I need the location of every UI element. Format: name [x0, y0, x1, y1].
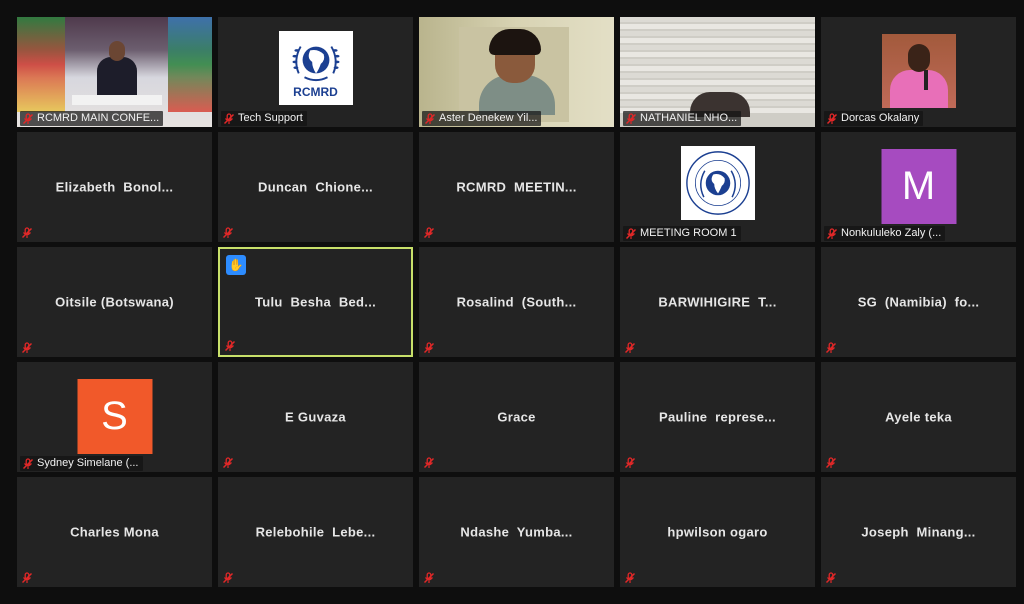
participant-name-label: NATHANIEL NHO...: [623, 111, 742, 126]
mic-muted-icon: [21, 226, 33, 239]
mic-muted-icon: [825, 456, 837, 469]
participant-name-label: RCMRD MAIN CONFE...: [20, 111, 164, 126]
participant-tile[interactable]: E Guvaza: [218, 362, 413, 472]
avatar: M: [881, 149, 956, 224]
mic-muted-icon: [222, 571, 234, 584]
participant-name: Aster Denekew Yil...: [439, 112, 538, 124]
participant-name: Dorcas Okalany: [841, 112, 920, 124]
participant-name-label: MEETING ROOM 1: [623, 226, 741, 241]
mic-muted-icon: [625, 112, 637, 125]
mic-muted-icon: [625, 227, 637, 240]
participant-tile[interactable]: Tulu Besha Bed... ✋: [218, 247, 413, 357]
participant-name: RCMRD MEETIN...: [456, 179, 577, 195]
participant-tile[interactable]: Pauline represe...: [620, 362, 815, 472]
mic-muted-icon: [21, 341, 33, 354]
mic-muted-icon: [22, 457, 34, 470]
participant-tile[interactable]: Charles Mona: [17, 477, 212, 587]
gallery-grid: RCMRD MAIN CONFE... RCMRD Tech Support Aste…: [17, 17, 1016, 587]
mic-muted-icon: [423, 226, 435, 239]
participant-name: Pauline represe...: [659, 409, 776, 425]
raised-hand-icon: ✋: [226, 255, 246, 275]
participant-name: hpwilson ogaro: [667, 524, 768, 540]
mic-muted-icon: [22, 112, 34, 125]
mic-muted-icon: [224, 339, 236, 352]
participant-name-label: Nonkululeko Zaly (...: [824, 226, 946, 241]
participant-tile[interactable]: RCMRD MAIN CONFE...: [17, 17, 212, 127]
participant-name-label: Dorcas Okalany: [824, 111, 924, 126]
participant-tile[interactable]: Duncan Chione...: [218, 132, 413, 242]
participant-tile[interactable]: NATHANIEL NHO...: [620, 17, 815, 127]
mic-muted-icon: [826, 112, 838, 125]
participant-name: RCMRD MAIN CONFE...: [37, 112, 160, 124]
participant-name: Ndashe Yumba...: [460, 524, 573, 540]
participant-name: Charles Mona: [70, 524, 159, 540]
avatar-initial: S: [101, 394, 128, 438]
mic-muted-icon: [424, 112, 436, 125]
participant-name-label: Tech Support: [221, 111, 307, 126]
logo-text: RCMRD: [293, 85, 338, 99]
participant-name: Relebohile Lebe...: [255, 524, 376, 540]
participant-tile[interactable]: BARWIHIGIRE T...: [620, 247, 815, 357]
mic-muted-icon: [222, 226, 234, 239]
participant-tile[interactable]: Aster Denekew Yil...: [419, 17, 614, 127]
participant-name: Oitsile (Botswana): [55, 294, 174, 310]
avatar: S: [77, 379, 152, 454]
mic-muted-icon: [21, 571, 33, 584]
mic-muted-icon: [825, 571, 837, 584]
participant-tile[interactable]: Rosalind (South...: [419, 247, 614, 357]
mic-muted-icon: [423, 456, 435, 469]
participant-name: BARWIHIGIRE T...: [658, 294, 777, 310]
participant-name: Nonkululeko Zaly (...: [841, 227, 942, 239]
mic-muted-icon: [423, 571, 435, 584]
participant-tile[interactable]: Joseph Minang...: [821, 477, 1016, 587]
participant-name: SG (Namibia) fo...: [857, 294, 980, 310]
mic-muted-icon: [826, 227, 838, 240]
organization-logo: RCMRD: [278, 31, 353, 105]
participant-tile[interactable]: Dorcas Okalany: [821, 17, 1016, 127]
participant-name: Sydney Simelane (...: [37, 457, 139, 469]
participant-name: Tulu Besha Bed...: [254, 294, 377, 310]
participant-name: E Guvaza: [285, 409, 346, 425]
participant-name: Rosalind (South...: [456, 294, 577, 310]
mic-muted-icon: [624, 456, 636, 469]
participant-tile[interactable]: Ayele teka: [821, 362, 1016, 472]
participant-tile[interactable]: Elizabeth Bonol...: [17, 132, 212, 242]
participant-name: Joseph Minang...: [861, 524, 976, 540]
mic-muted-icon: [825, 341, 837, 354]
participant-name: NATHANIEL NHO...: [640, 112, 738, 124]
participant-tile[interactable]: Relebohile Lebe...: [218, 477, 413, 587]
mic-muted-icon: [222, 456, 234, 469]
participant-tile[interactable]: MEETING ROOM 1: [620, 132, 815, 242]
mic-muted-icon: [423, 341, 435, 354]
participant-tile[interactable]: RCMRD Tech Support: [218, 17, 413, 127]
participant-name: MEETING ROOM 1: [640, 227, 737, 239]
avatar-initial: M: [901, 164, 936, 208]
participant-tile[interactable]: Grace: [419, 362, 614, 472]
participant-tile[interactable]: hpwilson ogaro: [620, 477, 815, 587]
participant-name: Tech Support: [238, 112, 303, 124]
participant-name-label: Aster Denekew Yil...: [422, 111, 542, 126]
participant-name: Duncan Chione...: [258, 179, 373, 195]
mic-muted-icon: [223, 112, 235, 125]
participant-name: Ayele teka: [885, 409, 952, 425]
participant-name: Grace: [497, 409, 536, 425]
participant-tile[interactable]: Ndashe Yumba...: [419, 477, 614, 587]
participant-name-label: Sydney Simelane (...: [20, 456, 143, 471]
organization-logo: [680, 146, 755, 220]
participant-tile[interactable]: M Nonkululeko Zaly (...: [821, 132, 1016, 242]
participant-tile[interactable]: S Sydney Simelane (...: [17, 362, 212, 472]
mic-muted-icon: [624, 341, 636, 354]
participant-tile[interactable]: RCMRD MEETIN...: [419, 132, 614, 242]
participant-tile[interactable]: Oitsile (Botswana): [17, 247, 212, 357]
participant-tile[interactable]: SG (Namibia) fo...: [821, 247, 1016, 357]
participant-name: Elizabeth Bonol...: [55, 179, 174, 195]
mic-muted-icon: [624, 571, 636, 584]
